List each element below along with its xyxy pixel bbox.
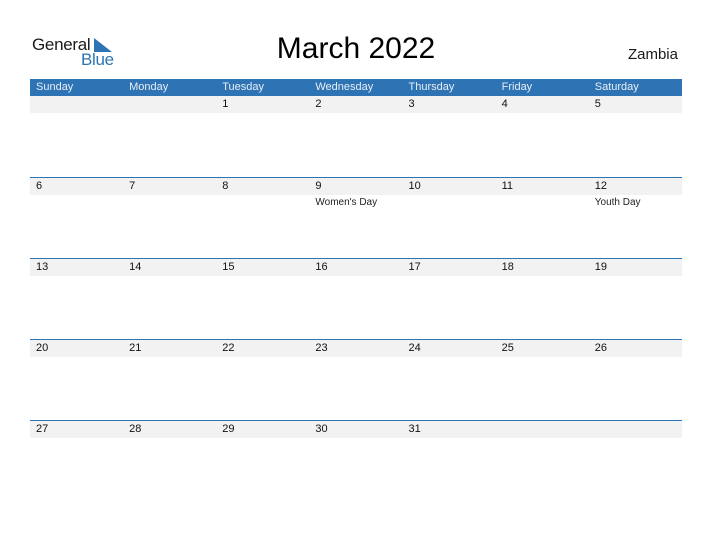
day-number: 21 [129, 342, 142, 354]
day-cell: 17 [403, 259, 496, 340]
day-number: 10 [408, 180, 421, 192]
day-cell: 6 [30, 178, 123, 259]
holiday-label: Women's Day [315, 197, 378, 208]
day-number: 28 [129, 423, 142, 435]
day-cell: 2 [309, 96, 402, 177]
day-cell [30, 96, 123, 177]
day-number: 29 [222, 423, 235, 435]
day-number: 2 [315, 98, 322, 110]
day-cell: 7 [123, 178, 216, 259]
day-cell: 11 [496, 178, 589, 259]
day-cell: 4 [496, 96, 589, 177]
week-row: 27 28 29 30 31 [30, 420, 682, 502]
day-number: 4 [501, 98, 508, 110]
day-cell: 13 [30, 259, 123, 340]
day-cell: 22 [216, 340, 309, 421]
calendar-title: March 2022 [276, 32, 436, 65]
day-number: 20 [36, 342, 49, 354]
day-cell [589, 421, 682, 502]
day-number: 26 [594, 342, 607, 354]
day-cell: 21 [123, 340, 216, 421]
day-number: 3 [408, 98, 415, 110]
day-number: 31 [408, 423, 421, 435]
day-cell: 28 [123, 421, 216, 502]
day-cell: 15 [216, 259, 309, 340]
day-cell [496, 421, 589, 502]
day-number: 25 [501, 342, 514, 354]
weekday-header-saturday: Saturday [594, 81, 639, 93]
week-row: 13 14 15 16 17 18 19 [30, 258, 682, 340]
day-cell: 24 [403, 340, 496, 421]
day-cell [123, 96, 216, 177]
week-row: 20 21 22 23 24 25 26 [30, 339, 682, 421]
day-number: 9 [315, 180, 322, 192]
day-number: 23 [315, 342, 328, 354]
day-number: 15 [222, 261, 235, 273]
day-number: 12 [594, 180, 607, 192]
holiday-label: Youth Day [594, 197, 641, 208]
day-cell: 3 [403, 96, 496, 177]
day-number: 7 [129, 180, 136, 192]
weekday-header-sunday: Sunday [36, 81, 74, 93]
weekday-header-thursday: Thursday [408, 81, 455, 93]
weekday-header-monday: Monday [129, 81, 169, 93]
day-cell: 9 Women's Day [309, 178, 402, 259]
day-cell: 30 [309, 421, 402, 502]
day-number: 18 [501, 261, 514, 273]
day-cell: 31 [403, 421, 496, 502]
day-number: 13 [36, 261, 49, 273]
day-cell: 25 [496, 340, 589, 421]
day-cell: 8 [216, 178, 309, 259]
day-number: 1 [222, 98, 229, 110]
day-cell: 20 [30, 340, 123, 421]
day-cell: 29 [216, 421, 309, 502]
day-number: 16 [315, 261, 328, 273]
weekday-header-friday: Friday [501, 81, 533, 93]
week-row: 1 2 3 4 5 [30, 96, 682, 177]
day-cell: 18 [496, 259, 589, 340]
day-cell: 19 [589, 259, 682, 340]
day-number: 19 [594, 261, 607, 273]
country-label: Zambia [627, 46, 678, 63]
day-cell: 16 [309, 259, 402, 340]
week-row: 6 7 8 9 Women's Day 10 11 12 Youth Day [30, 177, 682, 259]
weekday-header-wednesday: Wednesday [315, 81, 374, 93]
day-number: 27 [36, 423, 49, 435]
day-cell: 1 [216, 96, 309, 177]
day-number: 11 [501, 180, 514, 192]
day-cell: 27 [30, 421, 123, 502]
day-number: 22 [222, 342, 235, 354]
day-cell: 23 [309, 340, 402, 421]
weekday-header-tuesday: Tuesday [222, 81, 265, 93]
day-cell: 12 Youth Day [589, 178, 682, 259]
day-number: 17 [408, 261, 421, 273]
day-cell: 10 [403, 178, 496, 259]
day-number: 5 [594, 98, 601, 110]
day-cell: 14 [123, 259, 216, 340]
day-number: 14 [129, 261, 142, 273]
day-cell: 26 [589, 340, 682, 421]
day-cell: 5 [589, 96, 682, 177]
day-number: 8 [222, 180, 229, 192]
day-number: 30 [315, 423, 328, 435]
day-number: 24 [408, 342, 421, 354]
day-number: 6 [36, 180, 43, 192]
weekday-header: Sunday Monday Tuesday Wednesday Thursday Frid… [30, 79, 682, 96]
